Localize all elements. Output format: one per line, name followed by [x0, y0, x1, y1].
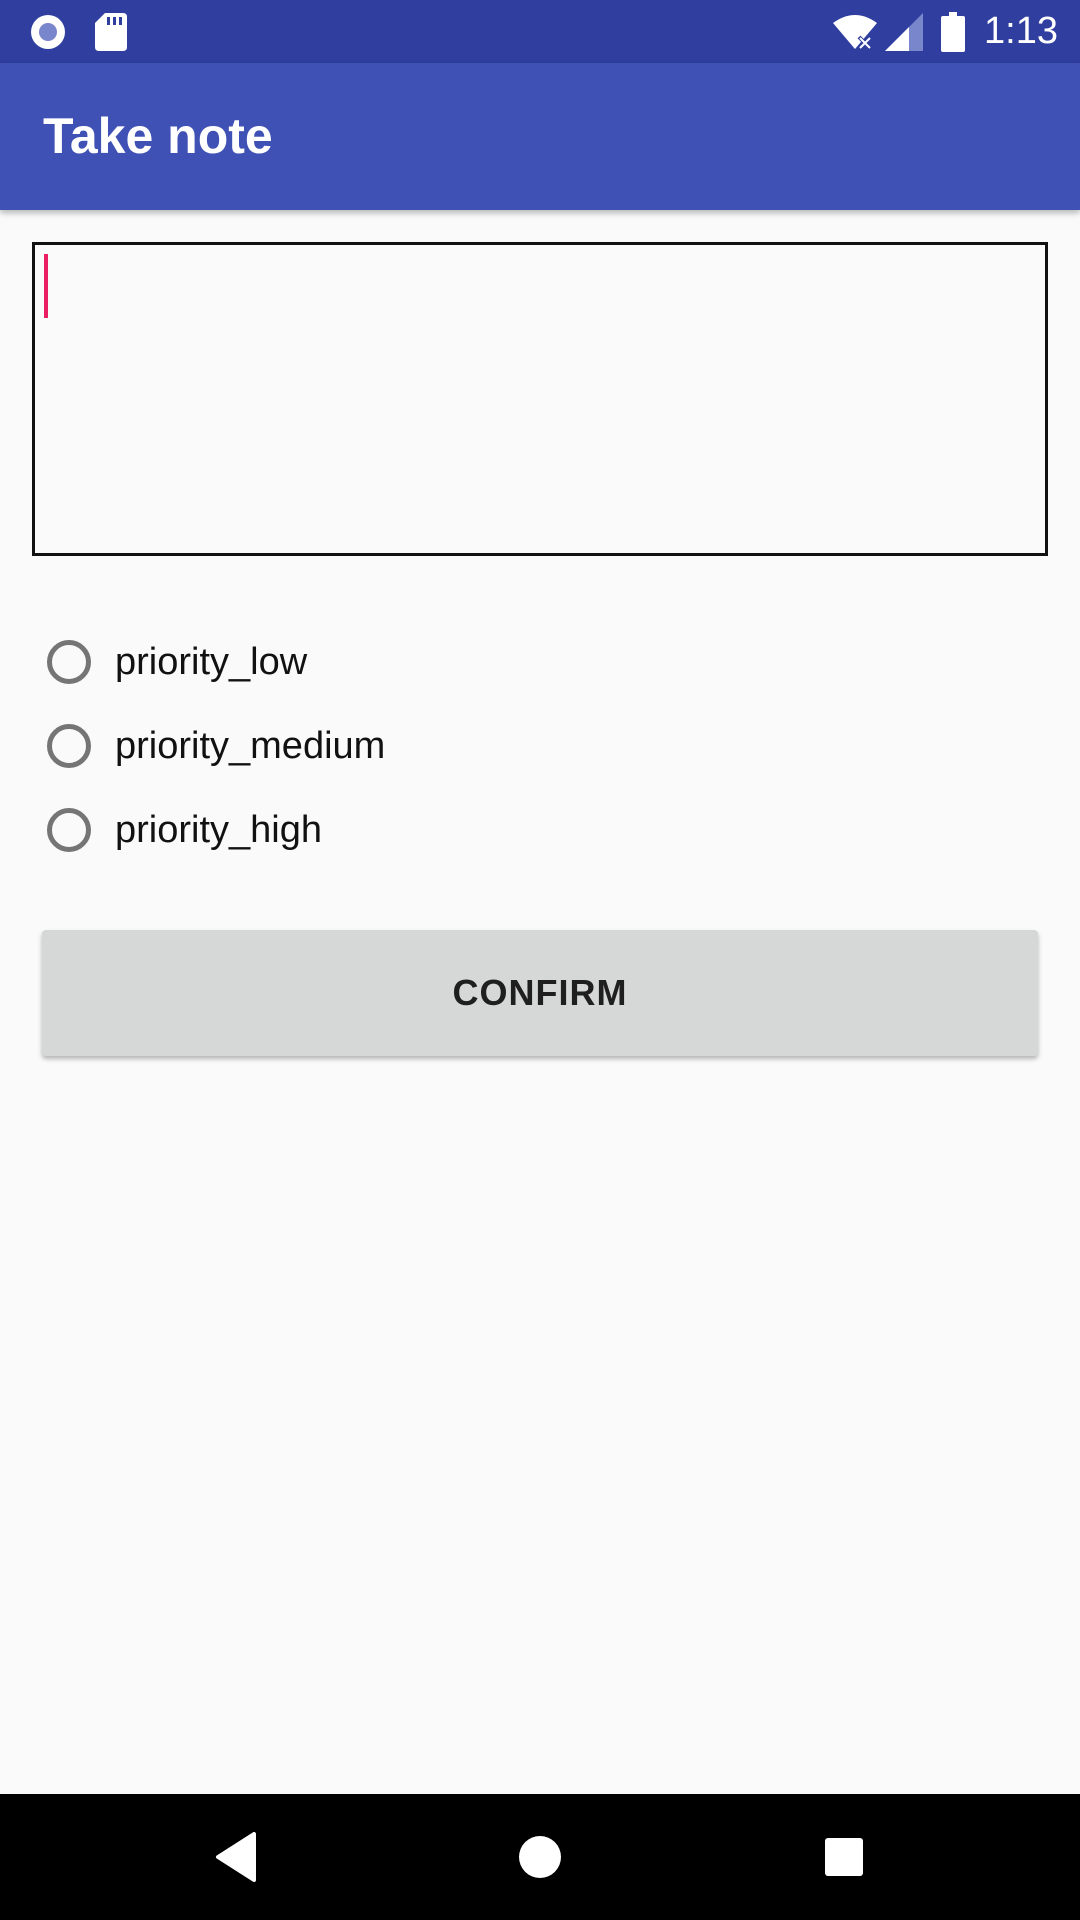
recents-icon[interactable] — [774, 1794, 914, 1920]
radio-button-icon[interactable] — [47, 640, 91, 684]
wifi-icon — [830, 0, 880, 63]
note-text-field[interactable] — [32, 242, 1048, 556]
status-bar: 1:13 — [0, 0, 1080, 63]
radio-button-icon[interactable] — [47, 808, 91, 852]
radio-label: priority_high — [115, 808, 322, 851]
page-title: Take note — [43, 108, 273, 164]
home-icon[interactable] — [470, 1794, 610, 1920]
radio-indicator-icon — [26, 0, 70, 63]
radio-option-priority-medium[interactable]: priority_medium — [45, 704, 745, 788]
confirm-button-label: CONFIRM — [452, 972, 628, 1013]
app-bar: Take note — [0, 63, 1080, 210]
back-icon[interactable] — [166, 1794, 306, 1920]
radio-option-priority-high[interactable]: priority_high — [45, 788, 745, 872]
radio-label: priority_low — [115, 640, 308, 683]
radio-option-priority-low[interactable]: priority_low — [45, 620, 745, 704]
radio-button-icon[interactable] — [47, 724, 91, 768]
sd-card-icon — [94, 0, 128, 63]
priority-radio-group: priority_low priority_medium priority_hi… — [45, 620, 745, 872]
status-time: 1:13 — [984, 10, 1058, 52]
battery-icon — [938, 0, 968, 63]
navigation-bar — [0, 1794, 1080, 1920]
radio-label: priority_medium — [115, 724, 386, 767]
cell-signal-icon — [884, 0, 924, 63]
text-cursor — [44, 254, 48, 318]
confirm-button[interactable]: CONFIRM — [42, 930, 1038, 1056]
